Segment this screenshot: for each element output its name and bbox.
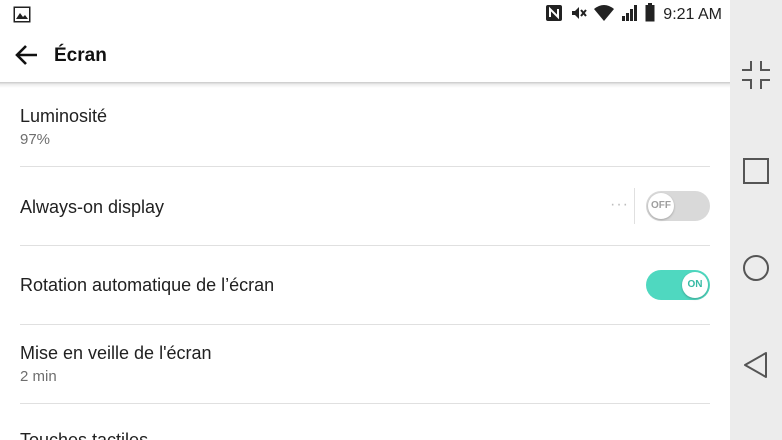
touch-keys-title: Touches tactiles <box>20 430 149 440</box>
arrow-left-icon[interactable] <box>15 44 39 71</box>
touch-keys-setting[interactable]: Touches tactiles <box>20 430 710 440</box>
brightness-value: 97% <box>20 131 51 148</box>
screen-timeout-setting[interactable]: Mise en veille de l'écran 2 min <box>20 343 710 385</box>
status-time: 9:21 AM <box>663 6 722 23</box>
app-bar-shadow <box>0 82 730 88</box>
battery-icon <box>645 3 655 27</box>
always-on-toggle[interactable]: OFF <box>646 191 710 221</box>
content-area: 9:21 AM Écran Luminosité 97% Always-on d… <box>0 0 730 440</box>
brightness-title: Luminosité <box>20 106 108 126</box>
screen-timeout-title: Mise en veille de l'écran <box>20 343 212 363</box>
page-title: Écran <box>54 45 107 66</box>
back-triangle-icon[interactable] <box>739 348 773 387</box>
recents-square-icon[interactable] <box>739 154 773 193</box>
wifi-icon <box>593 4 615 27</box>
always-on-title: Always-on display <box>20 197 165 217</box>
collapse-icon[interactable] <box>739 58 773 97</box>
auto-rotate-toggle[interactable]: ON <box>646 270 710 300</box>
mute-icon <box>569 4 588 27</box>
divider <box>20 166 710 167</box>
nfc-icon <box>545 4 563 27</box>
status-bar: 9:21 AM <box>0 0 730 30</box>
signal-icon <box>621 4 639 27</box>
always-on-setting[interactable]: Always-on display <box>20 197 710 218</box>
auto-rotate-title: Rotation automatique de l’écran <box>20 275 275 295</box>
gallery-icon <box>13 6 31 28</box>
navigation-bar <box>730 0 782 440</box>
app-bar: Écran <box>0 30 730 82</box>
divider <box>20 324 710 325</box>
toggle-knob-on: ON <box>682 272 708 298</box>
home-circle-icon[interactable] <box>739 251 773 290</box>
divider <box>20 245 710 246</box>
screen-timeout-value: 2 min <box>20 368 57 385</box>
status-icons: 9:21 AM <box>545 3 722 27</box>
brightness-setting[interactable]: Luminosité 97% <box>20 106 710 148</box>
auto-rotate-setting[interactable]: Rotation automatique de l’écran <box>20 275 710 296</box>
vertical-separator <box>634 188 635 224</box>
toggle-knob-off: OFF <box>648 193 674 219</box>
settings-screen: 9:21 AM Écran Luminosité 97% Always-on d… <box>0 0 782 440</box>
divider <box>20 403 710 404</box>
more-options-icon[interactable]: ··· <box>610 196 629 214</box>
